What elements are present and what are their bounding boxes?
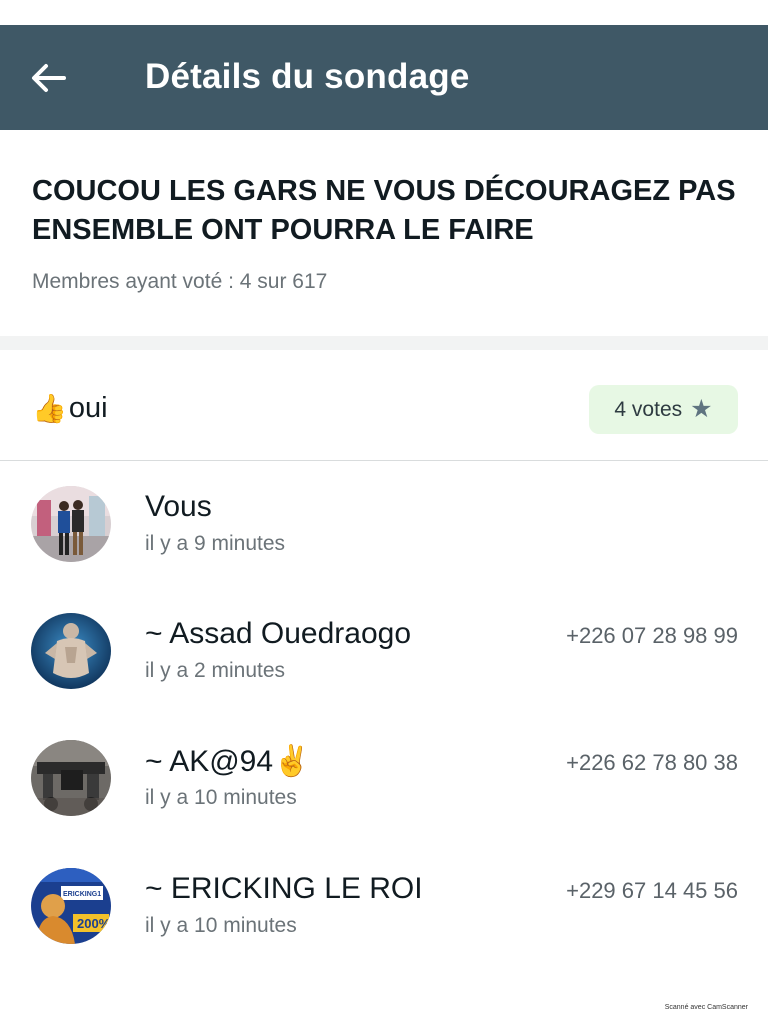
arrow-left-icon bbox=[32, 64, 66, 92]
voter-name: ~ ERICKING LE ROI bbox=[145, 872, 423, 905]
avatar bbox=[31, 486, 111, 562]
page-title: Détails du sondage bbox=[145, 57, 470, 96]
vote-time: il y a 9 minutes bbox=[145, 532, 286, 555]
votes-count: 4 votes bbox=[614, 397, 683, 421]
voters-count: Membres ayant voté : 4 sur 617 bbox=[32, 270, 327, 294]
voter-phone: +226 62 78 80 38 bbox=[566, 750, 738, 775]
avatar-percent-text: 200% bbox=[77, 916, 111, 931]
poll-option: 👍 oui bbox=[32, 392, 108, 425]
avatar bbox=[31, 613, 111, 689]
avatar: ERICKING1 200% bbox=[31, 868, 111, 944]
voter-name: Vous bbox=[145, 490, 212, 523]
voter-name: ~ AK@94✌️ bbox=[145, 745, 311, 778]
voter-name: ~ Assad Ouedraogo bbox=[145, 617, 412, 650]
section-divider bbox=[0, 336, 768, 350]
vote-time: il y a 10 minutes bbox=[145, 914, 297, 937]
voters-value: : 4 sur 617 bbox=[228, 270, 328, 293]
app-bar: Détails du sondage bbox=[0, 25, 768, 130]
poll-question: COUCOU LES GARS NE VOUS DÉCOURAGEZ PAS E… bbox=[32, 175, 736, 246]
voter-row[interactable]: ~ AK@94✌️ il y a 10 minutes +226 62 78 8… bbox=[0, 740, 768, 850]
voter-row[interactable]: Vous il y a 9 minutes bbox=[0, 486, 768, 596]
avatar-name-text: ERICKING1 bbox=[63, 891, 101, 898]
vote-time: il y a 10 minutes bbox=[145, 786, 297, 809]
avatar bbox=[31, 740, 111, 816]
voter-row[interactable]: ~ Assad Ouedraogo il y a 2 minutes +226 … bbox=[0, 613, 768, 723]
voter-phone: +226 07 28 98 99 bbox=[566, 623, 738, 648]
voter-phone: +229 67 14 45 56 bbox=[566, 878, 738, 903]
scanner-watermark: Scanné avec CamScanner bbox=[664, 1004, 748, 1011]
thumbs-up-icon: 👍 bbox=[32, 392, 67, 424]
voter-row[interactable]: ERICKING1 200% ~ ERICKING LE ROI il y a … bbox=[0, 868, 768, 978]
voters-label: Membres ayant voté bbox=[32, 270, 223, 293]
votes-badge[interactable]: 4 votes ★ bbox=[589, 385, 738, 434]
star-icon: ★ bbox=[690, 395, 713, 423]
back-button[interactable] bbox=[28, 61, 68, 95]
option-label: oui bbox=[68, 392, 108, 424]
vote-time: il y a 2 minutes bbox=[145, 659, 286, 682]
